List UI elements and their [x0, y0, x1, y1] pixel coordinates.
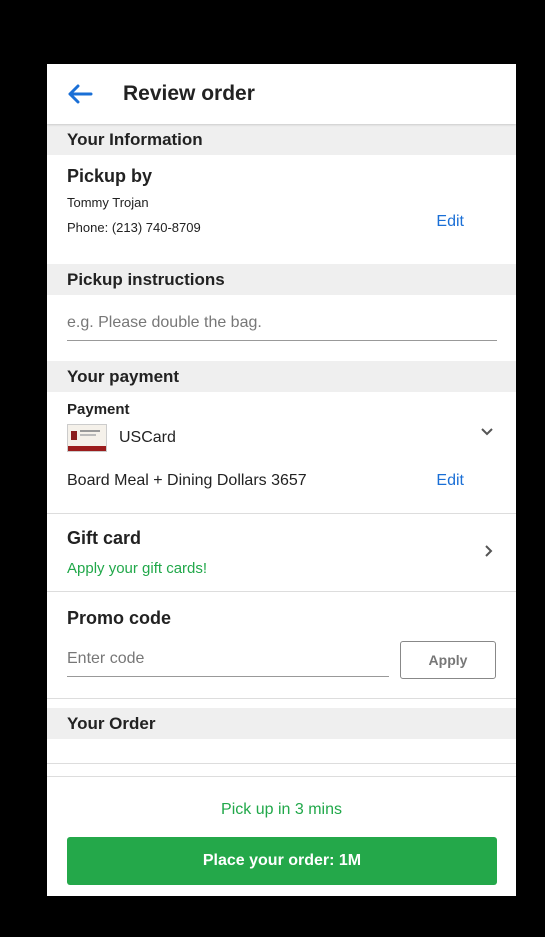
payment-plan: Board Meal + Dining Dollars 3657 [67, 472, 307, 489]
pickup-instructions-block [47, 295, 516, 361]
pickup-phone: Phone: (213) 740-8709 [67, 220, 201, 235]
gift-card-row[interactable]: Gift card Apply your gift cards! [47, 514, 516, 591]
edit-payment-link[interactable]: Edit [436, 472, 464, 490]
divider [47, 776, 516, 777]
pickup-instructions-input[interactable] [67, 314, 497, 341]
page-title: Review order [123, 82, 255, 105]
back-arrow-icon[interactable] [67, 84, 93, 104]
payment-block: Payment USCard Board Meal + Dining Dolla… [47, 392, 516, 513]
chevron-down-icon[interactable] [480, 424, 494, 442]
payment-heading: Payment [67, 401, 130, 418]
app-header: Review order [47, 64, 516, 124]
pickup-by-heading: Pickup by [67, 166, 153, 186]
section-your-payment: Your payment [47, 361, 516, 392]
promo-code-block: Promo code Apply [47, 592, 516, 698]
review-order-screen: Review order Your Information Pickup by … [47, 64, 516, 896]
section-pickup-instructions: Pickup instructions [47, 264, 516, 295]
gift-card-subtext: Apply your gift cards! [67, 560, 208, 577]
section-your-order: Your Order [47, 708, 516, 739]
payment-method-selector[interactable]: USCard [67, 424, 176, 452]
promo-code-input[interactable] [67, 650, 389, 677]
gift-card-heading: Gift card [67, 528, 142, 548]
uscard-thumbnail-icon [67, 424, 107, 452]
section-your-information: Your Information [47, 124, 516, 155]
payment-card-name: USCard [119, 429, 176, 446]
pickup-by-block: Pickup by Tommy Trojan Phone: (213) 740-… [47, 155, 516, 264]
apply-promo-button[interactable]: Apply [400, 641, 496, 679]
promo-code-heading: Promo code [67, 608, 172, 628]
chevron-right-icon[interactable] [484, 544, 494, 563]
edit-pickup-link[interactable]: Edit [436, 213, 464, 231]
place-order-button[interactable]: Place your order: 1M [67, 837, 497, 885]
pickup-time-text: Pick up in 3 mins [221, 801, 342, 818]
pickup-name: Tommy Trojan [67, 195, 149, 210]
